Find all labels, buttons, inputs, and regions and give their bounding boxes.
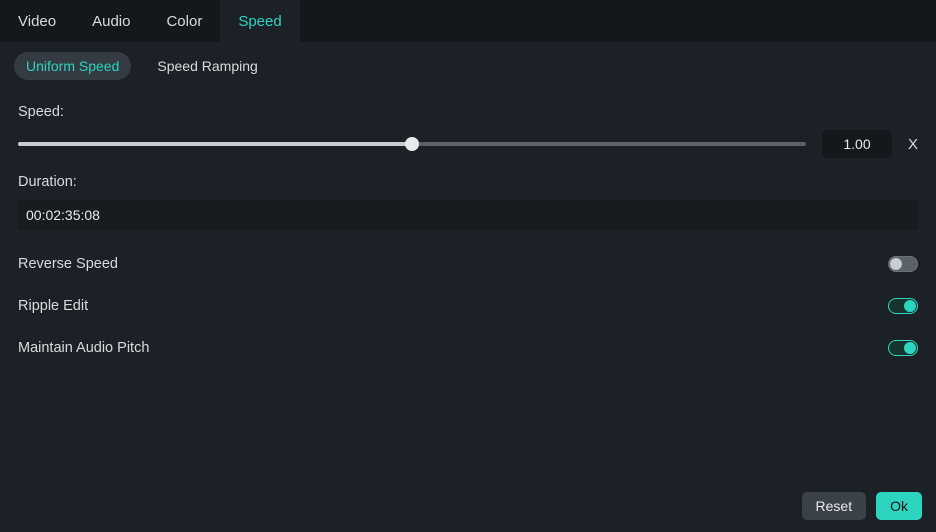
ripple-edit-label: Ripple Edit	[18, 298, 88, 314]
ok-button[interactable]: Ok	[876, 492, 922, 520]
speed-panel: Speed: X Duration: Reverse Speed Ripple …	[0, 86, 936, 356]
tab-speed[interactable]: Speed	[220, 0, 299, 42]
speed-value-input[interactable]	[822, 130, 892, 158]
speed-slider-row: X	[18, 130, 918, 158]
ripple-edit-toggle[interactable]	[888, 298, 918, 314]
speed-subtabs: Uniform Speed Speed Ramping	[0, 42, 936, 86]
maintain-pitch-row: Maintain Audio Pitch	[18, 340, 918, 356]
ripple-edit-row: Ripple Edit	[18, 298, 918, 314]
speed-slider-fill	[18, 142, 412, 146]
speed-slider-thumb[interactable]	[405, 137, 419, 151]
maintain-pitch-toggle[interactable]	[888, 340, 918, 356]
speed-label: Speed:	[18, 104, 918, 120]
reset-button[interactable]: Reset	[802, 492, 867, 520]
duration-label: Duration:	[18, 174, 918, 190]
tab-video[interactable]: Video	[0, 0, 74, 42]
subtab-uniform-speed[interactable]: Uniform Speed	[14, 52, 131, 80]
duration-input[interactable]	[18, 200, 918, 230]
subtab-speed-ramping[interactable]: Speed Ramping	[145, 52, 269, 80]
reverse-speed-row: Reverse Speed	[18, 256, 918, 272]
speed-slider[interactable]	[18, 136, 806, 152]
tab-audio[interactable]: Audio	[74, 0, 148, 42]
main-tabs: Video Audio Color Speed	[0, 0, 936, 42]
speed-unit-label: X	[908, 136, 918, 153]
footer-buttons: Reset Ok	[802, 492, 922, 520]
reverse-speed-toggle[interactable]	[888, 256, 918, 272]
tab-color[interactable]: Color	[148, 0, 220, 42]
maintain-pitch-label: Maintain Audio Pitch	[18, 340, 149, 356]
reverse-speed-label: Reverse Speed	[18, 256, 118, 272]
